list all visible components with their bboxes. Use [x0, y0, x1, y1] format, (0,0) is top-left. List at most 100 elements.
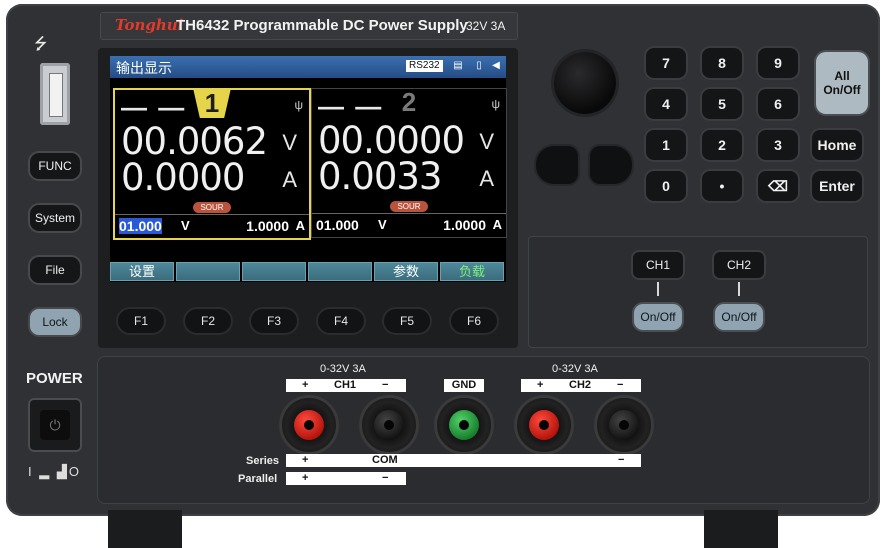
power-indicator: I ▂ ▟O	[28, 464, 81, 479]
parallel-minus-label: −	[382, 472, 389, 484]
ch1-link-line	[657, 282, 659, 296]
ch1-minus-label: −	[382, 379, 389, 391]
parallel-label: Parallel	[238, 473, 278, 485]
channel-1-panel[interactable]: — — 1 ψ 00.0062 V 0.0000 A SOUR 01.000 V…	[113, 88, 311, 240]
speaker-icon: ◀	[492, 60, 500, 71]
system-button[interactable]: System	[30, 205, 80, 231]
lock-button[interactable]: Lock	[30, 309, 80, 335]
home-button[interactable]: Home	[812, 130, 862, 160]
parallel-connection-bar: + −	[286, 472, 406, 485]
all-on-off-button[interactable]: All On/Off	[816, 52, 868, 114]
softkey-1[interactable]: 设置	[110, 262, 174, 281]
series-minus-label: −	[618, 454, 625, 466]
series-plus-label: +	[302, 454, 309, 466]
ch2-positive-terminal[interactable]	[517, 398, 571, 452]
key-0[interactable]: 0	[646, 171, 686, 201]
ch1-set-current-unit: A	[295, 218, 305, 233]
softkey-6[interactable]: 负载	[440, 262, 504, 281]
ch2-minus-label: −	[617, 379, 624, 391]
key-1[interactable]: 1	[646, 130, 686, 160]
ch2-link-line	[738, 282, 740, 296]
ch2-set-voltage-unit: V	[378, 217, 387, 232]
front-foot-right	[704, 510, 778, 548]
ch1-setpoint-row: 01.000 V 1.0000 A	[115, 214, 309, 239]
backspace-key[interactable]: ⌫	[758, 171, 798, 201]
ch1-on-off-button[interactable]: On/Off	[634, 304, 682, 330]
softkey-3[interactable]	[242, 262, 306, 281]
ch1-negative-terminal[interactable]	[362, 398, 416, 452]
f4-button[interactable]: F4	[318, 309, 364, 333]
keyboard-icon: ▤	[453, 60, 463, 71]
brand-logo: Tonghui	[115, 16, 184, 34]
ch1-number: 1	[193, 88, 231, 118]
series-connection-bar: + COM −	[286, 454, 641, 467]
ch2-set-voltage[interactable]: 01.000	[316, 217, 359, 233]
lock-status-icon: ▯	[476, 60, 482, 71]
ch2-label: CH2	[569, 379, 592, 391]
ch1-current: 0.0000	[121, 156, 245, 199]
key-9[interactable]: 9	[758, 48, 798, 78]
softkey-2[interactable]	[176, 262, 240, 281]
softkey-4[interactable]	[308, 262, 372, 281]
power-button[interactable]: ⏻	[28, 398, 82, 452]
key-decimal[interactable]: •	[702, 171, 742, 201]
ch1-label: CH1	[334, 379, 357, 391]
power-icon: ⏻	[40, 410, 70, 440]
key-6[interactable]: 6	[758, 89, 798, 119]
ch2-select-button[interactable]: CH2	[714, 252, 764, 278]
left-arrow-button[interactable]	[536, 146, 578, 184]
series-com-label: COM	[372, 454, 398, 466]
all-on-off-label: All On/Off	[823, 69, 861, 97]
f5-button[interactable]: F5	[384, 309, 430, 333]
power-label: POWER	[26, 370, 83, 387]
screen-title: 输出显示	[116, 61, 172, 77]
usb-port[interactable]	[40, 63, 70, 125]
ch2-voltage-unit: V	[479, 129, 494, 154]
f2-button[interactable]: F2	[185, 309, 231, 333]
screen-header: 输出显示 RS232 ▤ ▯ ◀	[110, 56, 506, 78]
ch2-on-off-button[interactable]: On/Off	[715, 304, 763, 330]
softkey-bar: 设置 参数 负载	[110, 262, 506, 282]
usb-icon: ⭍	[34, 36, 48, 53]
front-foot-left	[108, 510, 182, 548]
ch1-select-button[interactable]: CH1	[633, 252, 683, 278]
f1-button[interactable]: F1	[118, 309, 164, 333]
ch2-set-current-unit: A	[492, 217, 502, 232]
enter-button[interactable]: Enter	[812, 171, 862, 201]
ch1-set-current[interactable]: 1.0000	[246, 218, 289, 234]
ch1-positive-terminal[interactable]	[282, 398, 336, 452]
ch2-range-label: 0-32V 3A	[552, 363, 598, 375]
ch2-number: 2	[401, 87, 417, 117]
channel-2-panel[interactable]: — — 2 ψ 00.0000 V 0.0033 A SOUR 01.000 V…	[311, 87, 507, 238]
key-7[interactable]: 7	[646, 48, 686, 78]
ch1-terminal-label: + CH1 −	[286, 379, 406, 392]
func-button[interactable]: FUNC	[30, 153, 80, 179]
interface-badge: RS232	[406, 60, 443, 72]
key-4[interactable]: 4	[646, 89, 686, 119]
ch2-dash: — —	[318, 91, 384, 121]
ch2-negative-terminal[interactable]	[597, 398, 651, 452]
key-2[interactable]: 2	[702, 130, 742, 160]
ch2-set-current[interactable]: 1.0000	[443, 217, 486, 233]
key-5[interactable]: 5	[702, 89, 742, 119]
ch1-mode-badge: SOUR	[193, 202, 231, 213]
key-3[interactable]: 3	[758, 130, 798, 160]
ch2-plus-label: +	[537, 379, 544, 391]
f6-button[interactable]: F6	[451, 309, 497, 333]
title-plate: Tonghui TH6432 Programmable DC Power Sup…	[100, 12, 518, 40]
softkey-5[interactable]: 参数	[374, 262, 438, 281]
ch1-set-voltage[interactable]: 01.000	[119, 218, 162, 234]
ch1-current-unit: A	[282, 167, 297, 192]
ch1-range-label: 0-32V 3A	[320, 363, 366, 375]
channel-control-panel	[528, 236, 868, 348]
f3-button[interactable]: F3	[251, 309, 297, 333]
ch2-signal-icon: ψ	[491, 97, 500, 111]
right-arrow-button[interactable]	[590, 146, 632, 184]
key-8[interactable]: 8	[702, 48, 742, 78]
file-button[interactable]: File	[30, 257, 80, 283]
gnd-terminal-label: GND	[444, 379, 484, 392]
ch2-current-unit: A	[479, 166, 494, 191]
gnd-terminal[interactable]	[437, 398, 491, 452]
rotary-knob[interactable]	[554, 52, 616, 114]
series-label: Series	[246, 455, 280, 467]
